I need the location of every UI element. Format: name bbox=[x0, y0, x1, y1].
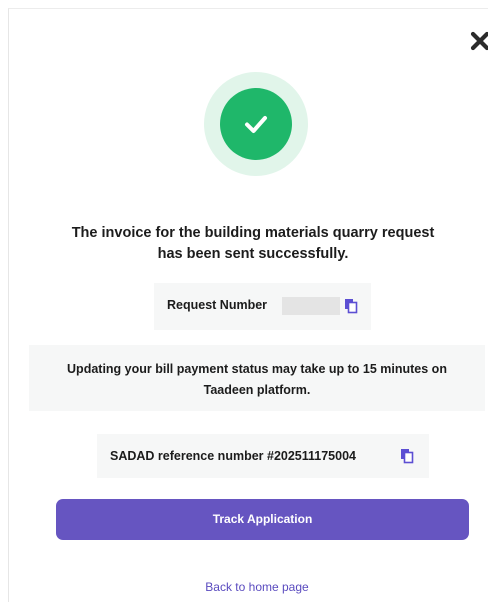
sadad-reference-panel: SADAD reference number #202511175004 bbox=[97, 434, 429, 478]
copy-icon[interactable] bbox=[344, 298, 358, 314]
success-message: The invoice for the building materials q… bbox=[39, 223, 467, 265]
success-badge bbox=[204, 72, 308, 176]
close-icon[interactable] bbox=[468, 29, 488, 53]
status-notice-line-1: Updating your bill payment status may ta… bbox=[67, 362, 447, 376]
copy-icon[interactable] bbox=[400, 448, 414, 464]
request-number-label: Request Number bbox=[167, 298, 268, 312]
sadad-reference-number: SADAD reference number #202511175004 bbox=[110, 449, 356, 463]
success-message-line-2: has been sent successfully. bbox=[157, 246, 349, 262]
status-notice-line-2: Taadeen platform. bbox=[203, 383, 311, 397]
request-number-value bbox=[282, 297, 340, 315]
success-message-line-1: The invoice for the building materials q… bbox=[71, 225, 435, 241]
track-application-button[interactable]: Track Application bbox=[56, 499, 469, 540]
back-to-home-link[interactable]: Back to home page bbox=[9, 580, 488, 594]
payment-status-notice: Updating your bill payment status may ta… bbox=[29, 345, 485, 411]
check-circle-icon bbox=[220, 88, 292, 160]
request-number-panel: Request Number bbox=[154, 283, 371, 330]
success-dialog: The invoice for the building materials q… bbox=[8, 8, 488, 602]
